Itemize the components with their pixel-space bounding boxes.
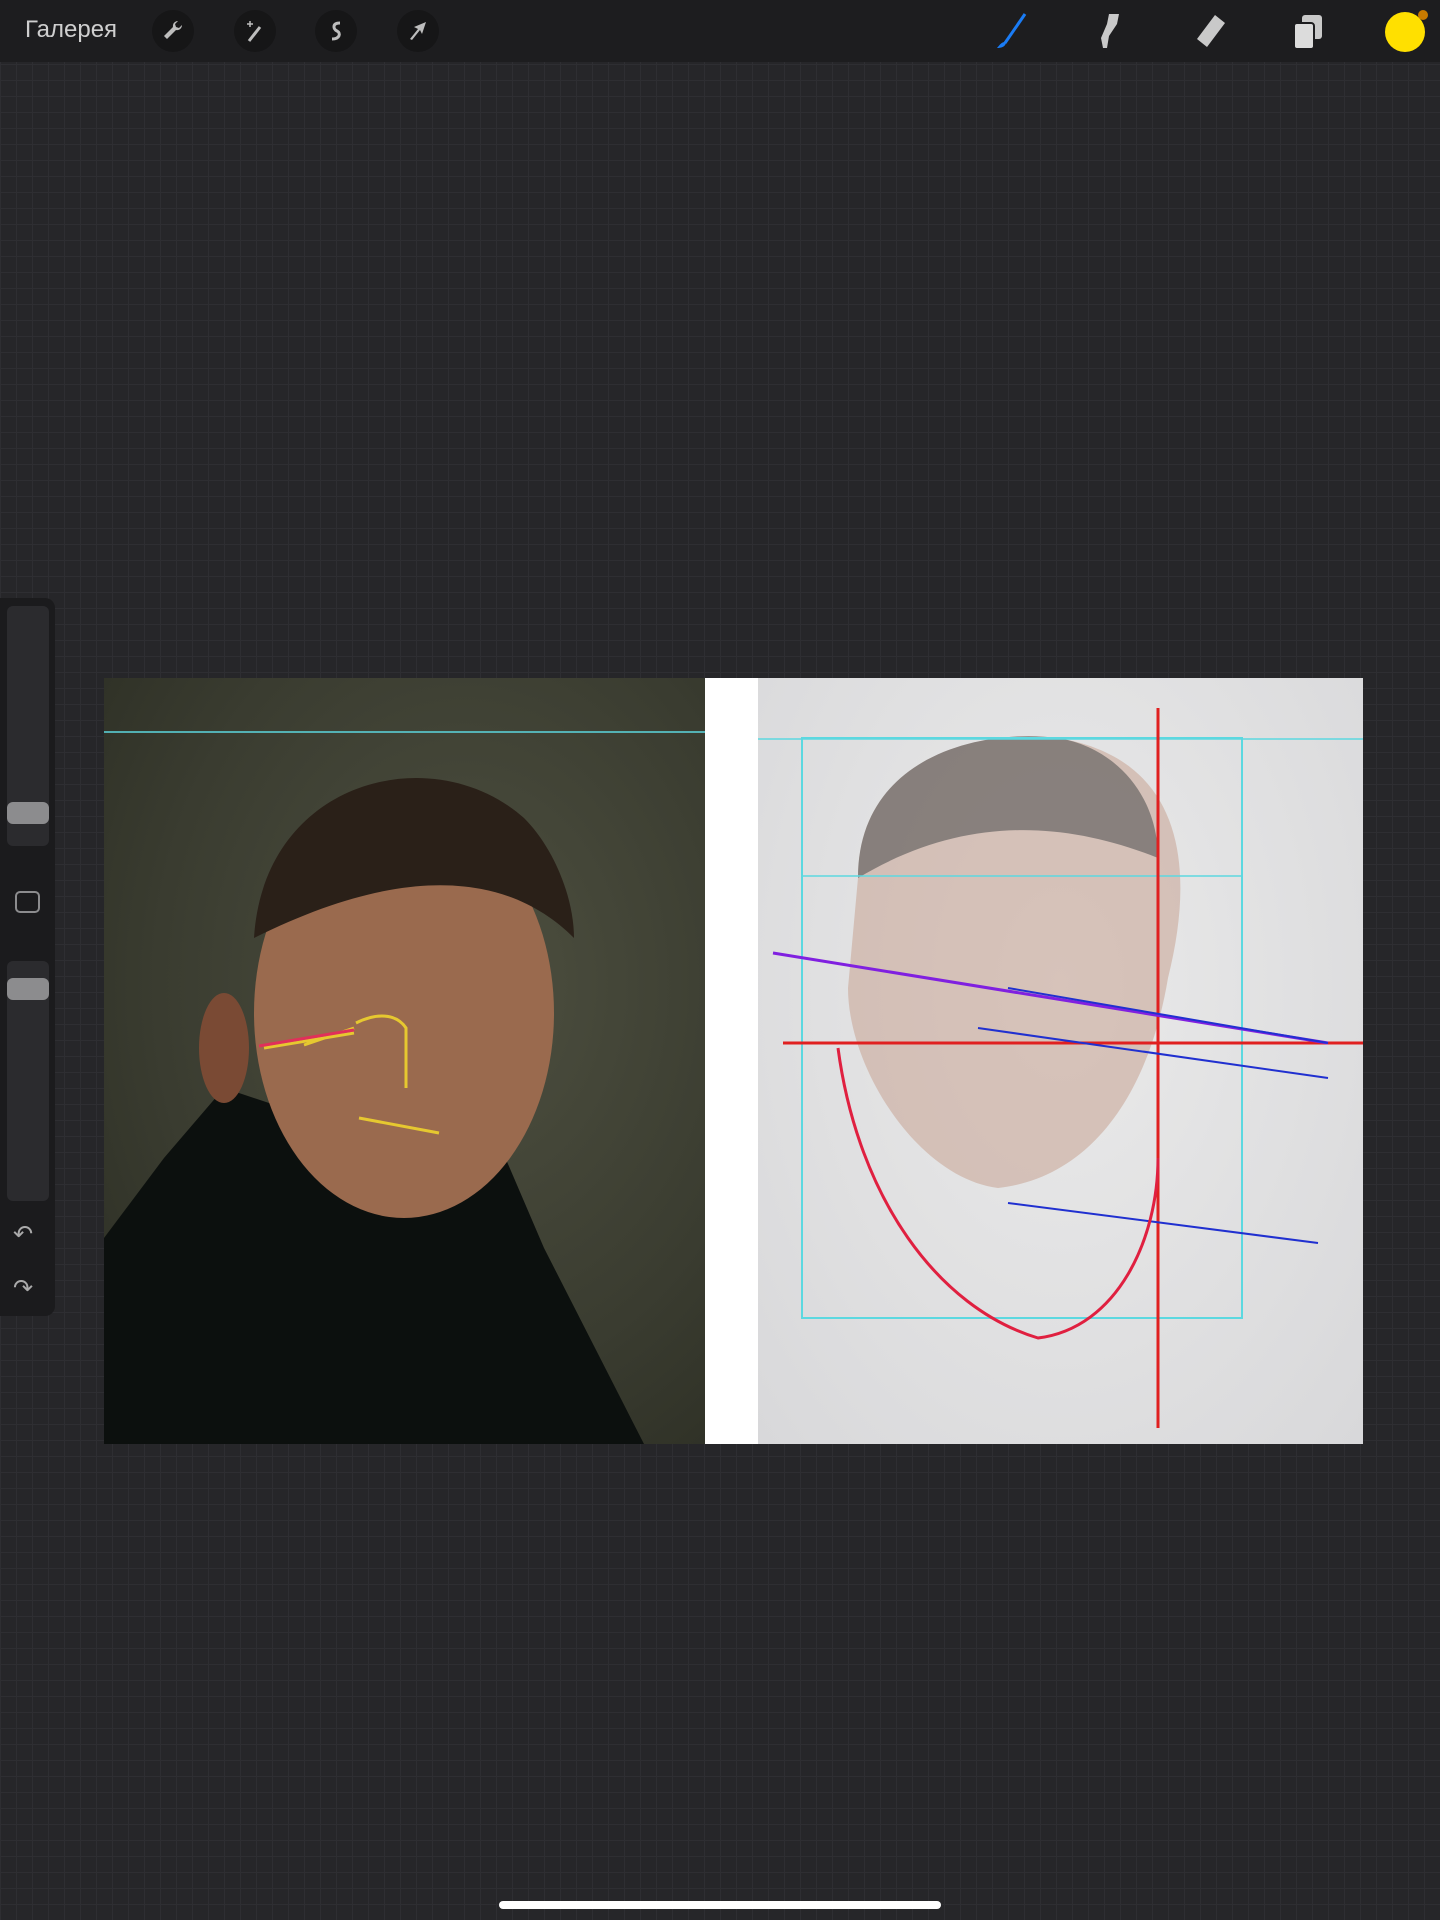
gallery-button[interactable]: Галерея (25, 16, 117, 44)
top-toolbar: Галерея (0, 0, 1440, 62)
adjustments-button[interactable] (234, 10, 276, 52)
selection-icon (331, 21, 341, 41)
smudge-icon (1101, 14, 1119, 48)
artwork-canvas[interactable] (104, 678, 1363, 1444)
undo-icon[interactable]: ↶ (13, 1220, 33, 1249)
brush-tool[interactable] (988, 10, 1034, 52)
brush-size-thumb[interactable] (7, 802, 49, 825)
wrench-icon (164, 20, 183, 39)
reference-drawing (708, 678, 1363, 1444)
left-sidebar: ↶ ↷ (0, 598, 55, 1316)
home-indicator[interactable] (499, 1901, 941, 1909)
selection-button[interactable] (315, 10, 357, 52)
magic-wand-icon (247, 21, 262, 42)
portrait-photo-image (104, 731, 705, 1444)
actions-button[interactable] (152, 10, 194, 52)
smudge-tool[interactable] (1086, 10, 1132, 52)
transform-button[interactable] (397, 10, 439, 52)
eraser-icon (1197, 15, 1225, 47)
layers-button[interactable] (1285, 10, 1331, 52)
reference-photo (104, 678, 705, 1444)
modify-button[interactable] (15, 891, 40, 913)
eraser-tool[interactable] (1186, 10, 1232, 52)
redo-icon[interactable]: ↷ (13, 1274, 33, 1303)
move-arrow-icon (410, 22, 426, 40)
brush-icon (997, 13, 1027, 48)
sketch-drawing-image (708, 708, 1363, 1428)
color-indicator-dot (1418, 10, 1428, 20)
layers-icon (1293, 15, 1322, 50)
opacity-thumb[interactable] (7, 978, 49, 1001)
